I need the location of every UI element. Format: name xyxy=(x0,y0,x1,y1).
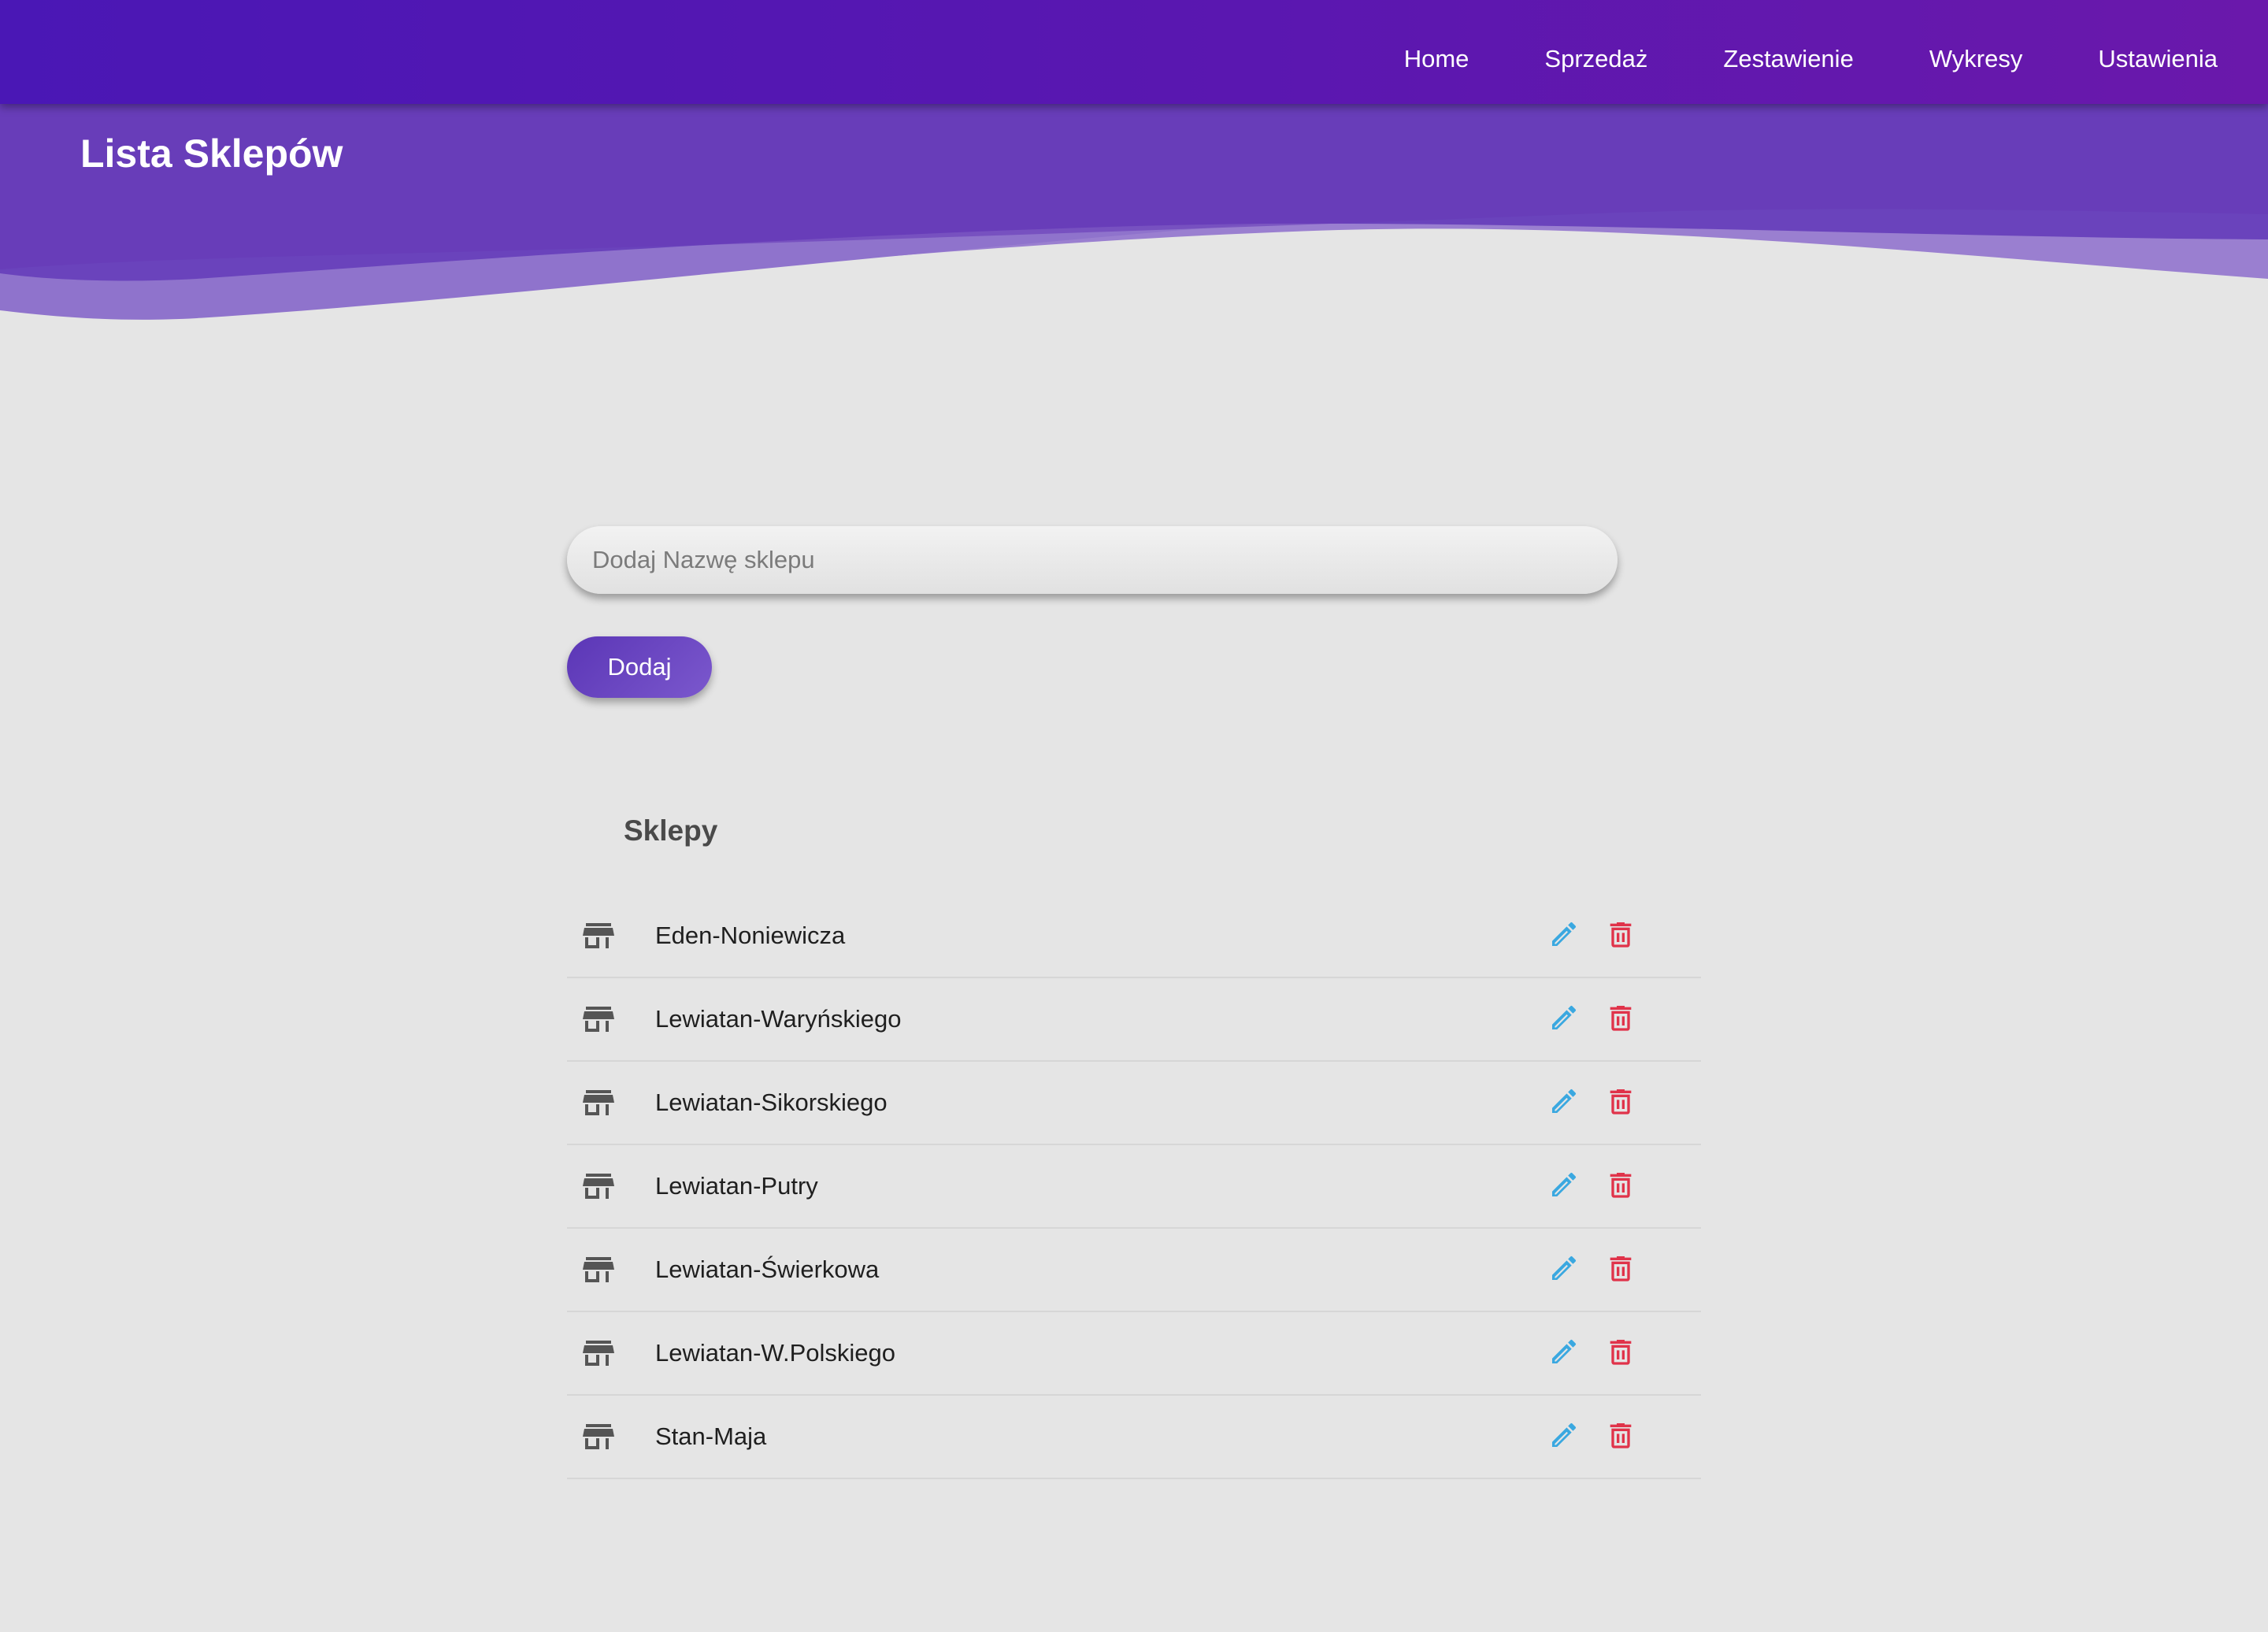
shops-list-title: Sklepy xyxy=(624,814,718,847)
store-icon xyxy=(580,1418,617,1456)
shop-list-item: Lewiatan-Świerkowa xyxy=(567,1229,1701,1312)
shops-list: Eden-Noniewicza Lewiatan-Waryńskiego Lew… xyxy=(567,895,1701,1479)
store-icon xyxy=(580,1251,617,1289)
trash-icon[interactable] xyxy=(1602,1249,1640,1287)
nav-link-wykresy[interactable]: Wykresy xyxy=(1929,31,2023,73)
nav-link-sprzedaz[interactable]: Sprzedaż xyxy=(1544,31,1647,73)
shop-list-item: Lewiatan-Putry xyxy=(567,1145,1701,1229)
trash-icon[interactable] xyxy=(1602,1416,1640,1454)
main-content: Dodaj Sklepy Eden-Noniewicza xyxy=(567,526,1701,1479)
shop-name: Lewiatan-Putry xyxy=(655,1172,818,1200)
pencil-icon[interactable] xyxy=(1545,1249,1583,1287)
shop-list-item: Lewiatan-W.Polskiego xyxy=(567,1312,1701,1396)
pencil-icon[interactable] xyxy=(1545,1166,1583,1204)
nav-links: Home Sprzedaż Zestawienie Wykresy Ustawi… xyxy=(1404,0,2268,104)
pencil-icon[interactable] xyxy=(1545,1333,1583,1371)
page-title: Lista Sklepów xyxy=(80,132,343,176)
shop-list-item: Eden-Noniewicza xyxy=(567,895,1701,978)
pencil-icon[interactable] xyxy=(1545,1082,1583,1120)
trash-icon[interactable] xyxy=(1602,1166,1640,1204)
nav-link-ustawienia[interactable]: Ustawienia xyxy=(2098,31,2218,73)
shop-name: Lewiatan-Waryńskiego xyxy=(655,1005,902,1033)
shop-list-item: Stan-Maja xyxy=(567,1396,1701,1479)
shop-name: Lewiatan-Sikorskiego xyxy=(655,1089,888,1116)
store-icon xyxy=(580,1334,617,1372)
trash-icon[interactable] xyxy=(1602,915,1640,953)
nav-link-home[interactable]: Home xyxy=(1404,31,1469,73)
store-icon xyxy=(580,917,617,955)
trash-icon[interactable] xyxy=(1602,1082,1640,1120)
shop-name: Lewiatan-Świerkowa xyxy=(655,1256,880,1283)
shop-name: Eden-Noniewicza xyxy=(655,922,846,949)
store-icon xyxy=(580,1167,617,1205)
store-icon xyxy=(580,1084,617,1122)
pencil-icon[interactable] xyxy=(1545,915,1583,953)
nav-link-zestawienie[interactable]: Zestawienie xyxy=(1723,31,1853,73)
shop-name: Stan-Maja xyxy=(655,1422,767,1450)
trash-icon[interactable] xyxy=(1602,1333,1640,1371)
shop-name-input[interactable] xyxy=(567,526,1618,594)
pencil-icon[interactable] xyxy=(1545,999,1583,1037)
trash-icon[interactable] xyxy=(1602,999,1640,1037)
store-icon xyxy=(580,1000,617,1038)
add-shop-button[interactable]: Dodaj xyxy=(567,636,712,698)
shop-name: Lewiatan-W.Polskiego xyxy=(655,1339,895,1367)
pencil-icon[interactable] xyxy=(1545,1416,1583,1454)
shop-list-item: Lewiatan-Waryńskiego xyxy=(567,978,1701,1062)
shop-list-item: Lewiatan-Sikorskiego xyxy=(567,1062,1701,1145)
top-navbar: Home Sprzedaż Zestawienie Wykresy Ustawi… xyxy=(0,0,2268,104)
